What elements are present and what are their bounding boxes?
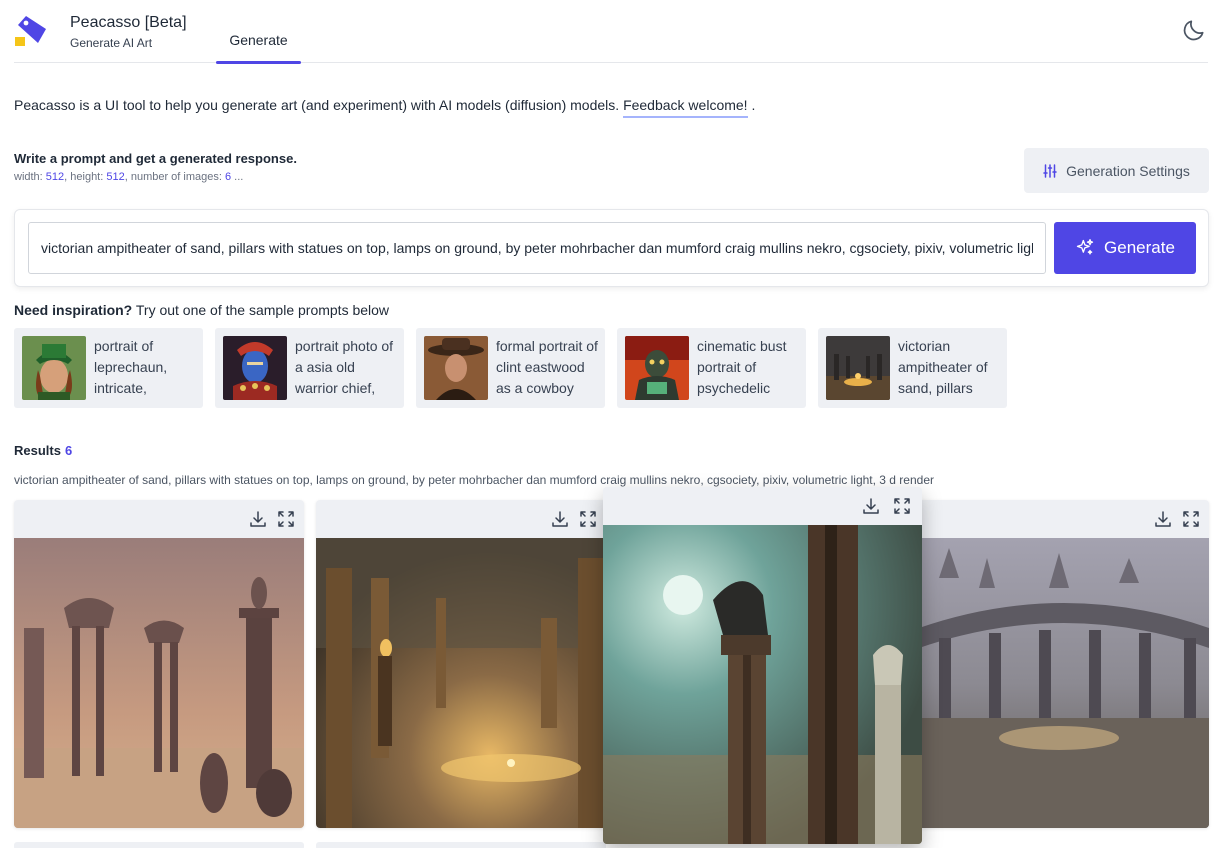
generation-settings-label: Generation Settings <box>1066 162 1190 179</box>
sample-thumbnail <box>625 336 689 400</box>
result-card <box>919 500 1209 828</box>
prompt-input[interactable] <box>28 222 1046 274</box>
sample-prompt-robot[interactable]: cinematic bust portrait of psychedelic r… <box>617 328 806 408</box>
result-card <box>14 500 304 828</box>
expand-icon[interactable] <box>276 509 296 529</box>
generate-label: Generate <box>1104 238 1175 257</box>
download-icon[interactable] <box>248 509 268 529</box>
download-icon[interactable] <box>1153 509 1173 529</box>
sample-prompt-cowboy[interactable]: formal portrait of clint eastwood as a c… <box>416 328 605 408</box>
expand-icon[interactable] <box>1181 509 1201 529</box>
inspiration-text: Need inspiration? Try out one of the sam… <box>14 302 390 318</box>
sliders-icon <box>1043 163 1057 178</box>
result-card-next-row <box>14 842 304 848</box>
sample-prompt-warrior[interactable]: portrait photo of a asia old warrior chi… <box>215 328 404 408</box>
result-image[interactable] <box>316 538 606 828</box>
expand-icon[interactable] <box>892 496 912 516</box>
prompt-heading: Write a prompt and get a generated respo… <box>14 151 297 166</box>
result-card-hovered <box>603 487 922 844</box>
sample-prompt-leprechaun[interactable]: portrait of leprechaun, intricate, elega… <box>14 328 203 408</box>
feedback-link[interactable]: Feedback welcome! <box>623 97 748 118</box>
download-icon[interactable] <box>550 509 570 529</box>
result-image[interactable] <box>603 525 922 844</box>
app-title: Peacasso [Beta] <box>70 14 187 31</box>
sample-prompt-text: cinematic bust portrait of psychedelic r… <box>697 338 787 396</box>
download-icon[interactable] <box>861 496 881 516</box>
generation-settings-button[interactable]: Generation Settings <box>1024 148 1209 193</box>
sample-prompt-text: portrait of leprechaun, intricate, elega… <box>94 338 168 396</box>
sample-thumbnail <box>22 336 86 400</box>
results-heading: Results 6 <box>14 443 73 458</box>
result-card-next-row <box>316 842 606 848</box>
moon-icon[interactable] <box>1181 17 1207 43</box>
sample-thumbnail <box>826 336 890 400</box>
sample-prompt-ampitheater[interactable]: victorian ampitheater of sand, pillars w… <box>818 328 1007 408</box>
expand-icon[interactable] <box>578 509 598 529</box>
sample-prompt-text: portrait photo of a asia old warrior chi… <box>295 338 394 396</box>
sample-thumbnail <box>424 336 488 400</box>
sample-prompt-text: formal portrait of clint eastwood as a c… <box>496 338 598 396</box>
sample-thumbnail <box>223 336 287 400</box>
app-header: Peacasso [Beta] Generate AI Art Generate <box>14 0 1208 64</box>
sample-prompt-text: victorian ampitheater of sand, pillars w… <box>898 338 988 396</box>
result-image[interactable] <box>919 538 1209 828</box>
results-count: 6 <box>64 443 73 458</box>
generate-button[interactable]: Generate <box>1054 222 1196 274</box>
result-card <box>316 500 606 828</box>
tag-logo-icon <box>15 16 46 46</box>
result-image[interactable] <box>14 538 304 828</box>
prompt-card: Generate <box>14 209 1209 287</box>
results-prompt: victorian ampitheater of sand, pillars w… <box>14 473 934 487</box>
tab-generate[interactable]: Generate <box>216 0 301 64</box>
sparkles-icon <box>1076 239 1094 255</box>
app-subtitle: Generate AI Art <box>70 36 153 50</box>
settings-summary: width: 512, height: 512, number of image… <box>14 171 244 183</box>
intro-text: Peacasso is a UI tool to help you genera… <box>14 97 755 118</box>
